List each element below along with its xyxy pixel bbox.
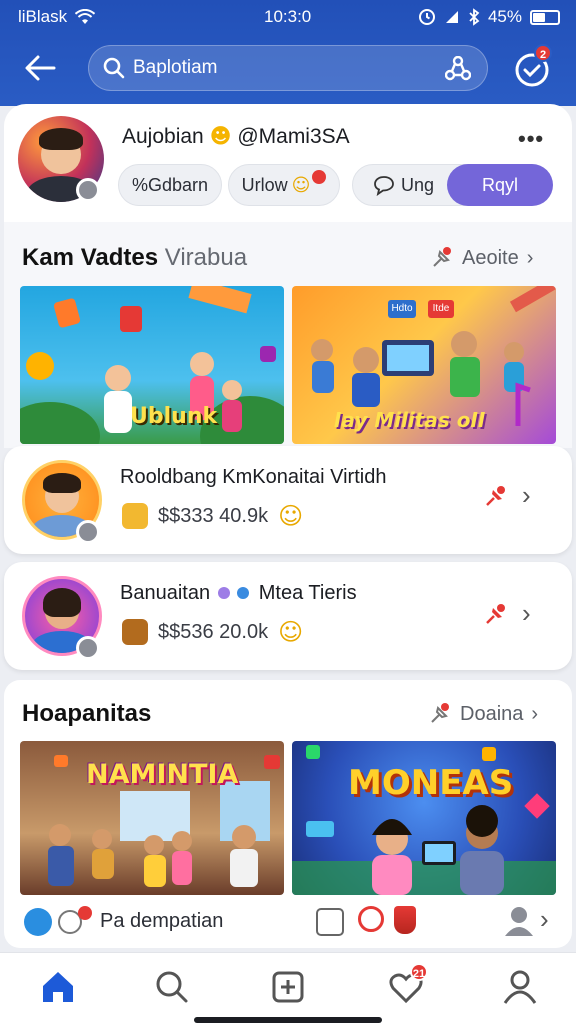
home-indicator bbox=[194, 1017, 382, 1023]
follow-alert-icon bbox=[312, 170, 327, 184]
video-tile-caption: NAMINTIA bbox=[86, 759, 239, 790]
search-bar[interactable] bbox=[88, 45, 488, 91]
nav-create[interactable] bbox=[268, 967, 308, 1007]
bluetooth-icon bbox=[469, 8, 480, 26]
chevron-right-icon[interactable]: › bbox=[540, 904, 549, 935]
avatar-status-icon bbox=[76, 636, 100, 660]
tag-icon bbox=[217, 587, 230, 599]
status-bar: liBlask 10:3:0 45% bbox=[0, 0, 576, 34]
section-title: Kam Vadtes Virabua bbox=[22, 244, 247, 272]
emoji-face-icon: ☺ bbox=[278, 502, 304, 530]
battery-percent: 45% bbox=[487, 7, 522, 26]
emoji-icon: ☻ bbox=[209, 124, 232, 148]
profile-name-text: Aujobian bbox=[122, 125, 204, 148]
more-options-button[interactable]: ••• bbox=[518, 126, 544, 152]
avatar-status-icon bbox=[76, 178, 100, 202]
pin-icon[interactable] bbox=[484, 484, 508, 508]
chevron-right-icon[interactable]: › bbox=[522, 598, 531, 629]
nav-home[interactable] bbox=[38, 967, 78, 1007]
person-icon[interactable] bbox=[502, 904, 536, 938]
avatar-status-icon bbox=[76, 520, 100, 544]
profile-icon bbox=[503, 970, 537, 1004]
list-item-meta: $$333 40.9k ☺ bbox=[122, 502, 303, 530]
home-icon bbox=[43, 972, 73, 1002]
signal-icon bbox=[445, 11, 458, 23]
bookmark-icon[interactable] bbox=[394, 906, 416, 934]
battery-icon bbox=[530, 9, 560, 25]
section-see-all-link[interactable]: Aeoite › bbox=[430, 246, 533, 270]
sign-a: Hdto bbox=[388, 300, 416, 318]
nav-profile[interactable] bbox=[500, 967, 540, 1007]
section-link-label: Doaina bbox=[460, 702, 524, 725]
list-item-title-text: Banuaitan bbox=[120, 582, 211, 604]
collection-label: %Gdbarn bbox=[131, 174, 209, 195]
bottom-navigation: 21 bbox=[0, 952, 576, 1024]
coin-icon bbox=[122, 503, 148, 529]
smile-icon: ☺ bbox=[291, 174, 311, 196]
add-square-icon bbox=[272, 971, 304, 1003]
search-icon bbox=[156, 971, 188, 1003]
video-tile-3[interactable]: NAMINTIA bbox=[20, 741, 284, 895]
message-label: Ung bbox=[401, 174, 435, 195]
profile-name: Aujobian ☻ @Mami3SA bbox=[122, 124, 350, 149]
notification-badge: 2 bbox=[534, 44, 552, 62]
footer-label: Pa dempatian bbox=[100, 910, 224, 932]
follow-label: Urlow bbox=[241, 174, 288, 195]
section-title: Hoapanitas bbox=[22, 700, 152, 727]
primary-action-label: Rqyl bbox=[481, 174, 518, 195]
chat-icon[interactable] bbox=[24, 908, 52, 936]
arrow-left-icon bbox=[25, 55, 56, 81]
wifi-icon bbox=[75, 9, 96, 24]
clock: 10:3:0 bbox=[264, 7, 312, 26]
list-item-title: Banuaitan Mtea Tieris bbox=[120, 582, 357, 605]
share-icon[interactable] bbox=[445, 56, 471, 82]
collection-button[interactable]: %Gdbarn bbox=[118, 164, 222, 206]
video-tile-caption: Ublunk bbox=[130, 404, 218, 429]
video-tile-caption: MONEAS bbox=[348, 763, 514, 803]
section-see-all-link[interactable]: Doaina › bbox=[428, 702, 538, 726]
list-item-price: $$333 40.9k bbox=[158, 504, 269, 527]
coin-icon bbox=[122, 619, 148, 645]
alert-dot-icon bbox=[78, 906, 92, 920]
nav-activity[interactable]: 21 bbox=[386, 963, 428, 1007]
section-subtitle: Virabua bbox=[164, 244, 248, 271]
nav-search[interactable] bbox=[152, 967, 192, 1007]
emoji-face-icon: ☺ bbox=[278, 618, 304, 646]
alarm-icon bbox=[418, 9, 435, 25]
video-tile-4[interactable]: MONEAS bbox=[292, 741, 556, 895]
pin-icon bbox=[433, 247, 451, 267]
video-tile-1[interactable]: Ublunk bbox=[20, 286, 284, 444]
video-tile-caption: Iay Militas oII bbox=[334, 408, 486, 432]
chevron-right-icon: › bbox=[526, 246, 534, 269]
back-button[interactable] bbox=[20, 48, 60, 88]
sign-b: Itde bbox=[428, 300, 454, 318]
section-title-text: Kam Vadtes bbox=[22, 244, 159, 271]
list-item-title: Rooldbang KmKonaitai Virtidh bbox=[120, 466, 387, 488]
primary-action-button[interactable]: Rqyl bbox=[447, 164, 553, 206]
pin-icon bbox=[431, 703, 449, 723]
tag-icon bbox=[237, 587, 250, 599]
carrier-label: liBlask bbox=[18, 7, 68, 26]
section-link-label: Aeoite bbox=[462, 246, 519, 269]
activity-badge: 21 bbox=[410, 963, 428, 981]
calendar-icon[interactable] bbox=[316, 908, 344, 936]
profile-handle: @Mami3SA bbox=[237, 125, 350, 148]
chevron-right-icon[interactable]: › bbox=[522, 480, 531, 511]
list-item-price: $$536 20.0k bbox=[158, 620, 269, 643]
search-input[interactable] bbox=[133, 57, 433, 79]
emoji-reaction-icon[interactable] bbox=[358, 906, 384, 932]
notifications-button[interactable]: 2 bbox=[514, 44, 554, 88]
follow-button[interactable]: Urlow ☺ bbox=[228, 164, 340, 206]
section-footer-row: Pa dempatian › bbox=[4, 900, 572, 946]
video-tile-2[interactable]: Hdto Itde Iay Militas oII bbox=[292, 286, 556, 444]
chevron-right-icon: › bbox=[531, 702, 539, 725]
pin-icon[interactable] bbox=[484, 602, 508, 626]
top-app-bar: liBlask 10:3:0 45% 2 bbox=[0, 0, 576, 106]
list-item-meta: $$536 20.0k ☺ bbox=[122, 618, 303, 646]
list-item-title-suffix: Mtea Tieris bbox=[258, 582, 357, 604]
chat-bubble-icon bbox=[374, 176, 394, 196]
search-icon bbox=[103, 57, 125, 79]
